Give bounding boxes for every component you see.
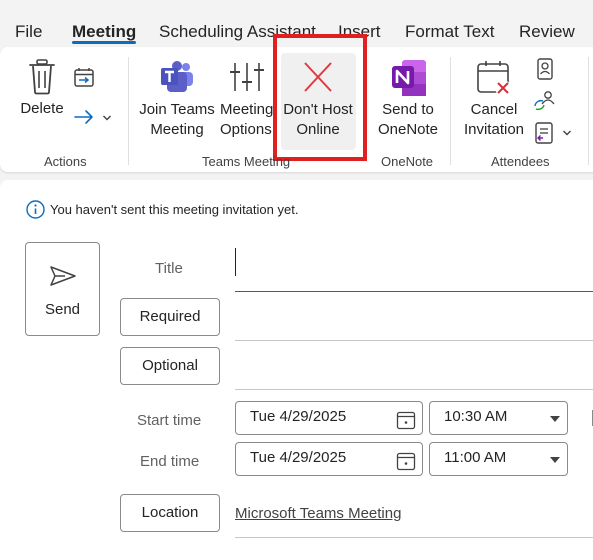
meeting-options-label-1: Meeting — [220, 101, 274, 118]
send-to-onenote-button[interactable]: Send to OneNote — [370, 60, 446, 140]
send-onenote-label-2: OneNote — [377, 121, 439, 138]
text-caret — [235, 248, 236, 276]
tab-file[interactable]: File — [15, 22, 42, 42]
caret-down-icon — [550, 416, 560, 422]
send-label: Send — [44, 301, 81, 318]
send-button[interactable]: Send — [25, 242, 100, 336]
group-label-actions: Actions — [44, 154, 87, 169]
join-teams-meeting-button[interactable]: Join Teams Meeting — [138, 60, 216, 140]
join-teams-label-1: Join Teams — [139, 101, 215, 118]
join-teams-label-2: Meeting — [150, 121, 204, 138]
chevron-down-icon[interactable] — [562, 129, 572, 137]
group-label-onenote: OneNote — [381, 154, 434, 169]
calendar-icon[interactable] — [396, 410, 416, 430]
location-input[interactable] — [235, 537, 593, 538]
meeting-form: You haven't sent this meeting invitation… — [0, 180, 593, 560]
meeting-options-button[interactable]: Meeting Options — [215, 60, 281, 140]
title-label: Title — [155, 260, 183, 277]
calendar-icon[interactable] — [396, 451, 416, 471]
list-check-icon[interactable] — [534, 122, 554, 144]
optional-button[interactable]: Optional — [120, 347, 220, 385]
meeting-options-label-2: Options — [220, 121, 272, 138]
arrow-right-icon[interactable] — [73, 108, 95, 126]
calendar-cancel-icon — [477, 61, 511, 96]
group-separator — [450, 57, 451, 165]
delete-label: Delete — [20, 100, 64, 117]
sliders-icon — [230, 63, 264, 91]
tab-format-text[interactable]: Format Text — [405, 22, 494, 42]
required-input[interactable] — [235, 340, 593, 341]
delete-button[interactable]: Delete — [14, 59, 70, 119]
group-separator — [128, 57, 129, 165]
optional-input[interactable] — [235, 389, 593, 390]
tab-meeting[interactable]: Meeting — [72, 22, 136, 42]
end-time-value: 11:00 AM — [444, 449, 507, 466]
send-icon — [50, 266, 76, 286]
caret-down-icon — [550, 457, 560, 463]
group-separator — [588, 57, 589, 165]
active-tab-indicator — [72, 41, 136, 44]
onenote-logo-icon — [392, 60, 426, 96]
info-icon — [26, 200, 45, 219]
contact-card-icon[interactable] — [536, 58, 554, 80]
cancel-invitation-label-1: Cancel — [470, 101, 518, 118]
end-date-picker[interactable]: Tue 4/29/2025 — [235, 442, 423, 476]
group-label-attendees: Attendees — [491, 154, 550, 169]
start-time-dropdown[interactable]: 10:30 AM — [429, 401, 568, 435]
location-button[interactable]: Location — [120, 494, 220, 532]
title-input[interactable] — [235, 291, 593, 292]
calendar-arrow-icon[interactable] — [73, 67, 95, 89]
end-date-value: Tue 4/29/2025 — [250, 449, 347, 466]
info-message: You haven't sent this meeting invitation… — [50, 202, 299, 217]
start-time-label: Start time — [137, 412, 202, 429]
start-date-value: Tue 4/29/2025 — [250, 408, 347, 425]
end-time-label: End time — [140, 453, 200, 470]
ribbon: Delete Join Teams Meeting Meeting Option… — [0, 34, 593, 172]
cancel-invitation-button[interactable]: Cancel Invitation — [458, 60, 530, 140]
required-button[interactable]: Required — [120, 298, 220, 336]
send-onenote-label-1: Send to — [382, 101, 434, 118]
chevron-down-icon[interactable] — [102, 114, 112, 122]
start-date-picker[interactable]: Tue 4/29/2025 — [235, 401, 423, 435]
cancel-invitation-label-2: Invitation — [463, 121, 525, 138]
trash-icon — [29, 59, 55, 95]
location-link[interactable]: Microsoft Teams Meeting — [235, 505, 401, 522]
highlight-box — [273, 34, 367, 161]
start-time-value: 10:30 AM — [444, 408, 508, 425]
tab-review[interactable]: Review — [519, 22, 575, 42]
people-sync-icon[interactable] — [533, 90, 557, 112]
end-time-dropdown[interactable]: 11:00 AM — [429, 442, 568, 476]
teams-logo-icon — [161, 61, 193, 92]
group-label-teams-meeting: Teams Meeting — [202, 154, 291, 169]
